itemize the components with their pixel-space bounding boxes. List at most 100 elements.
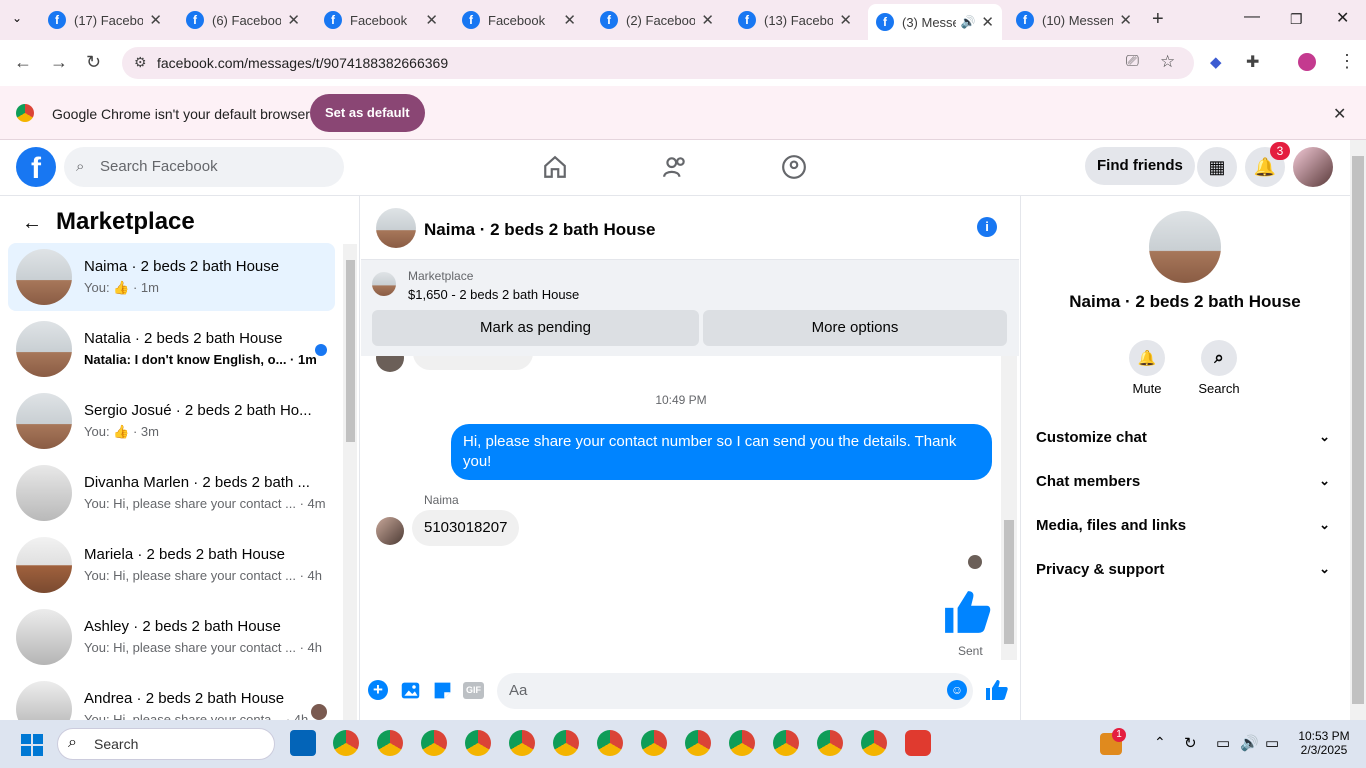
extensions-puzzle-icon[interactable]: ✚ — [1246, 52, 1259, 72]
like-send-icon[interactable] — [985, 678, 1009, 702]
incoming-message[interactable]: 5103018207 — [412, 510, 520, 546]
close-tab-icon[interactable]: ✕ — [981, 13, 994, 31]
site-settings-icon[interactable]: ⚙ — [134, 54, 147, 71]
battery-icon[interactable]: ▭ — [1265, 734, 1279, 752]
browser-tab[interactable]: f (6) Facebook ✕ — [178, 4, 308, 36]
gif-icon[interactable]: GIF — [463, 682, 484, 699]
conversation-item[interactable]: Mariela · 2 beds 2 bath House You: Hi, p… — [8, 531, 335, 599]
conversation-item[interactable]: Ashley · 2 beds 2 bath House You: Hi, pl… — [8, 603, 335, 671]
conversation-scrollbar-thumb[interactable] — [346, 260, 355, 442]
thread-scrollbar-thumb[interactable] — [1004, 520, 1014, 644]
plus-icon[interactable]: + — [368, 680, 388, 700]
tray-overflow-icon[interactable]: ⌃ — [1154, 734, 1166, 751]
install-app-icon[interactable]: ⎚ — [1126, 53, 1139, 71]
conversation-item[interactable]: Andrea · 2 beds 2 bath House You: Hi, pl… — [8, 675, 335, 720]
mute-button[interactable]: 🔔 — [1129, 340, 1165, 376]
menu-grid-button[interactable]: ▦ — [1197, 147, 1237, 187]
privacy-support-section[interactable]: Privacy & support ⌄ — [1036, 561, 1336, 578]
reload-icon[interactable]: ↻ — [86, 52, 101, 73]
groups-icon[interactable] — [781, 154, 807, 180]
close-tab-icon[interactable]: ✕ — [701, 11, 714, 29]
browser-tab-active[interactable]: f(3) Messenger🔊✕ — [868, 4, 1002, 40]
close-tab-icon[interactable]: ✕ — [563, 11, 576, 29]
search-facebook-input[interactable]: ⌕ Search Facebook — [64, 147, 344, 187]
search-conversation-button[interactable]: ⌕ — [1201, 340, 1237, 376]
tab-search-chevron-icon[interactable]: ⌄ — [12, 11, 22, 25]
maximize-icon[interactable]: ❐ — [1290, 11, 1303, 28]
message-thread[interactable]: 10:49 PM Hi, please share your contact n… — [361, 356, 1001, 664]
chat-members-section[interactable]: Chat members ⌄ — [1036, 473, 1336, 490]
browser-tab[interactable]: f Facebook ✕ — [454, 4, 584, 36]
chat-title[interactable]: Naima · 2 beds 2 bath House — [424, 220, 655, 240]
close-tab-icon[interactable]: ✕ — [425, 11, 438, 29]
outgoing-message[interactable]: Hi, please share your contact number so … — [451, 424, 992, 480]
chrome-profile-icon[interactable] — [333, 730, 359, 756]
chrome-profile-icon[interactable] — [773, 730, 799, 756]
chrome-profile-icon[interactable] — [597, 730, 623, 756]
info-icon[interactable]: i — [977, 217, 997, 237]
chat-avatar[interactable] — [376, 208, 416, 248]
facebook-logo-icon[interactable]: f — [16, 147, 56, 187]
page-scrollbar-thumb[interactable] — [1352, 156, 1364, 704]
conversation-item[interactable]: Natalia · 2 beds 2 bath House Natalia: I… — [8, 315, 335, 383]
chrome-profile-icon[interactable] — [377, 730, 403, 756]
browser-tab[interactable]: f(13) Facebook✕ — [730, 4, 860, 36]
infobar-close-icon[interactable]: ✕ — [1333, 104, 1346, 124]
back-arrow-icon[interactable]: ← — [22, 212, 42, 235]
chrome-menu-icon[interactable]: ⋮ — [1338, 51, 1356, 72]
back-icon[interactable]: ← — [14, 52, 32, 73]
chrome-profile-icon[interactable] — [421, 730, 447, 756]
chrome-profile-icon[interactable] — [553, 730, 579, 756]
chrome-profile-icon[interactable] — [641, 730, 667, 756]
volume-icon[interactable]: 🔊 — [1240, 734, 1259, 752]
chrome-profile-icon[interactable] — [685, 730, 711, 756]
listing-title[interactable]: $1,650 - 2 beds 2 bath House — [408, 287, 579, 302]
network-icon[interactable]: ▭ — [1216, 734, 1230, 752]
new-tab-icon[interactable]: + — [1152, 8, 1164, 31]
mark-as-pending-button[interactable]: Mark as pending — [372, 310, 699, 346]
close-tab-icon[interactable]: ✕ — [1119, 11, 1132, 29]
home-icon[interactable] — [542, 154, 568, 180]
more-options-button[interactable]: More options — [703, 310, 1007, 346]
chrome-profile-icon[interactable] — [729, 730, 755, 756]
close-tab-icon[interactable]: ✕ — [149, 11, 162, 29]
conversation-item[interactable]: Divanha Marlen · 2 beds 2 bath ... You: … — [8, 459, 335, 527]
message-input[interactable]: Aa — [497, 673, 973, 709]
wps-office-icon[interactable] — [905, 730, 931, 756]
browser-tab[interactable]: f (2) Facebook ✕ — [592, 4, 722, 36]
extension-cube-icon[interactable]: ◆ — [1210, 53, 1222, 71]
browser-tab[interactable]: f(10) Messenger✕ — [1008, 4, 1140, 36]
audio-playing-icon[interactable]: 🔊 — [960, 15, 975, 29]
conversation-item[interactable]: Naima · 2 beds 2 bath House You: 👍 · 1m — [8, 243, 335, 311]
windows-start-icon[interactable] — [20, 733, 44, 757]
sticker-icon[interactable] — [432, 680, 453, 701]
outlook-icon[interactable] — [290, 730, 316, 756]
emoji-icon[interactable]: ☺ — [947, 680, 967, 700]
photo-icon[interactable] — [400, 680, 421, 701]
find-friends-button[interactable]: Find friends — [1085, 147, 1195, 185]
forward-icon[interactable]: → — [50, 52, 68, 73]
browser-tab[interactable]: f(17) Facebook✕ — [40, 4, 170, 36]
browser-tab[interactable]: f Facebook ✕ — [316, 4, 446, 36]
sync-icon[interactable]: ↻ — [1184, 734, 1197, 752]
chrome-profile-icon[interactable] — [861, 730, 887, 756]
minimize-icon[interactable]: — — [1244, 8, 1260, 26]
close-tab-icon[interactable]: ✕ — [839, 11, 852, 29]
taskbar-clock[interactable]: 10:53 PM 2/3/2025 — [1296, 729, 1352, 757]
account-avatar[interactable] — [1293, 147, 1333, 187]
chrome-profile-icon-active[interactable] — [509, 730, 535, 756]
taskbar-search[interactable]: ⌕ Search — [57, 728, 275, 760]
close-tab-icon[interactable]: ✕ — [287, 11, 300, 29]
customize-chat-section[interactable]: Customize chat ⌄ — [1036, 429, 1336, 446]
bookmark-star-icon[interactable]: ☆ — [1160, 52, 1175, 72]
chrome-profile-icon[interactable] — [465, 730, 491, 756]
set-default-button[interactable]: Set as default — [310, 94, 425, 132]
friends-icon[interactable] — [662, 154, 688, 180]
chrome-profile-icon[interactable] — [817, 730, 843, 756]
profile-icon[interactable] — [1298, 53, 1316, 71]
profile-avatar[interactable] — [1149, 211, 1221, 283]
url-text[interactable]: facebook.com/messages/t/9074188382666369 — [157, 55, 448, 71]
conversation-item[interactable]: Sergio Josué · 2 beds 2 bath Ho... You: … — [8, 387, 335, 455]
window-close-icon[interactable]: ✕ — [1336, 8, 1349, 28]
media-files-links-section[interactable]: Media, files and links ⌄ — [1036, 517, 1336, 534]
